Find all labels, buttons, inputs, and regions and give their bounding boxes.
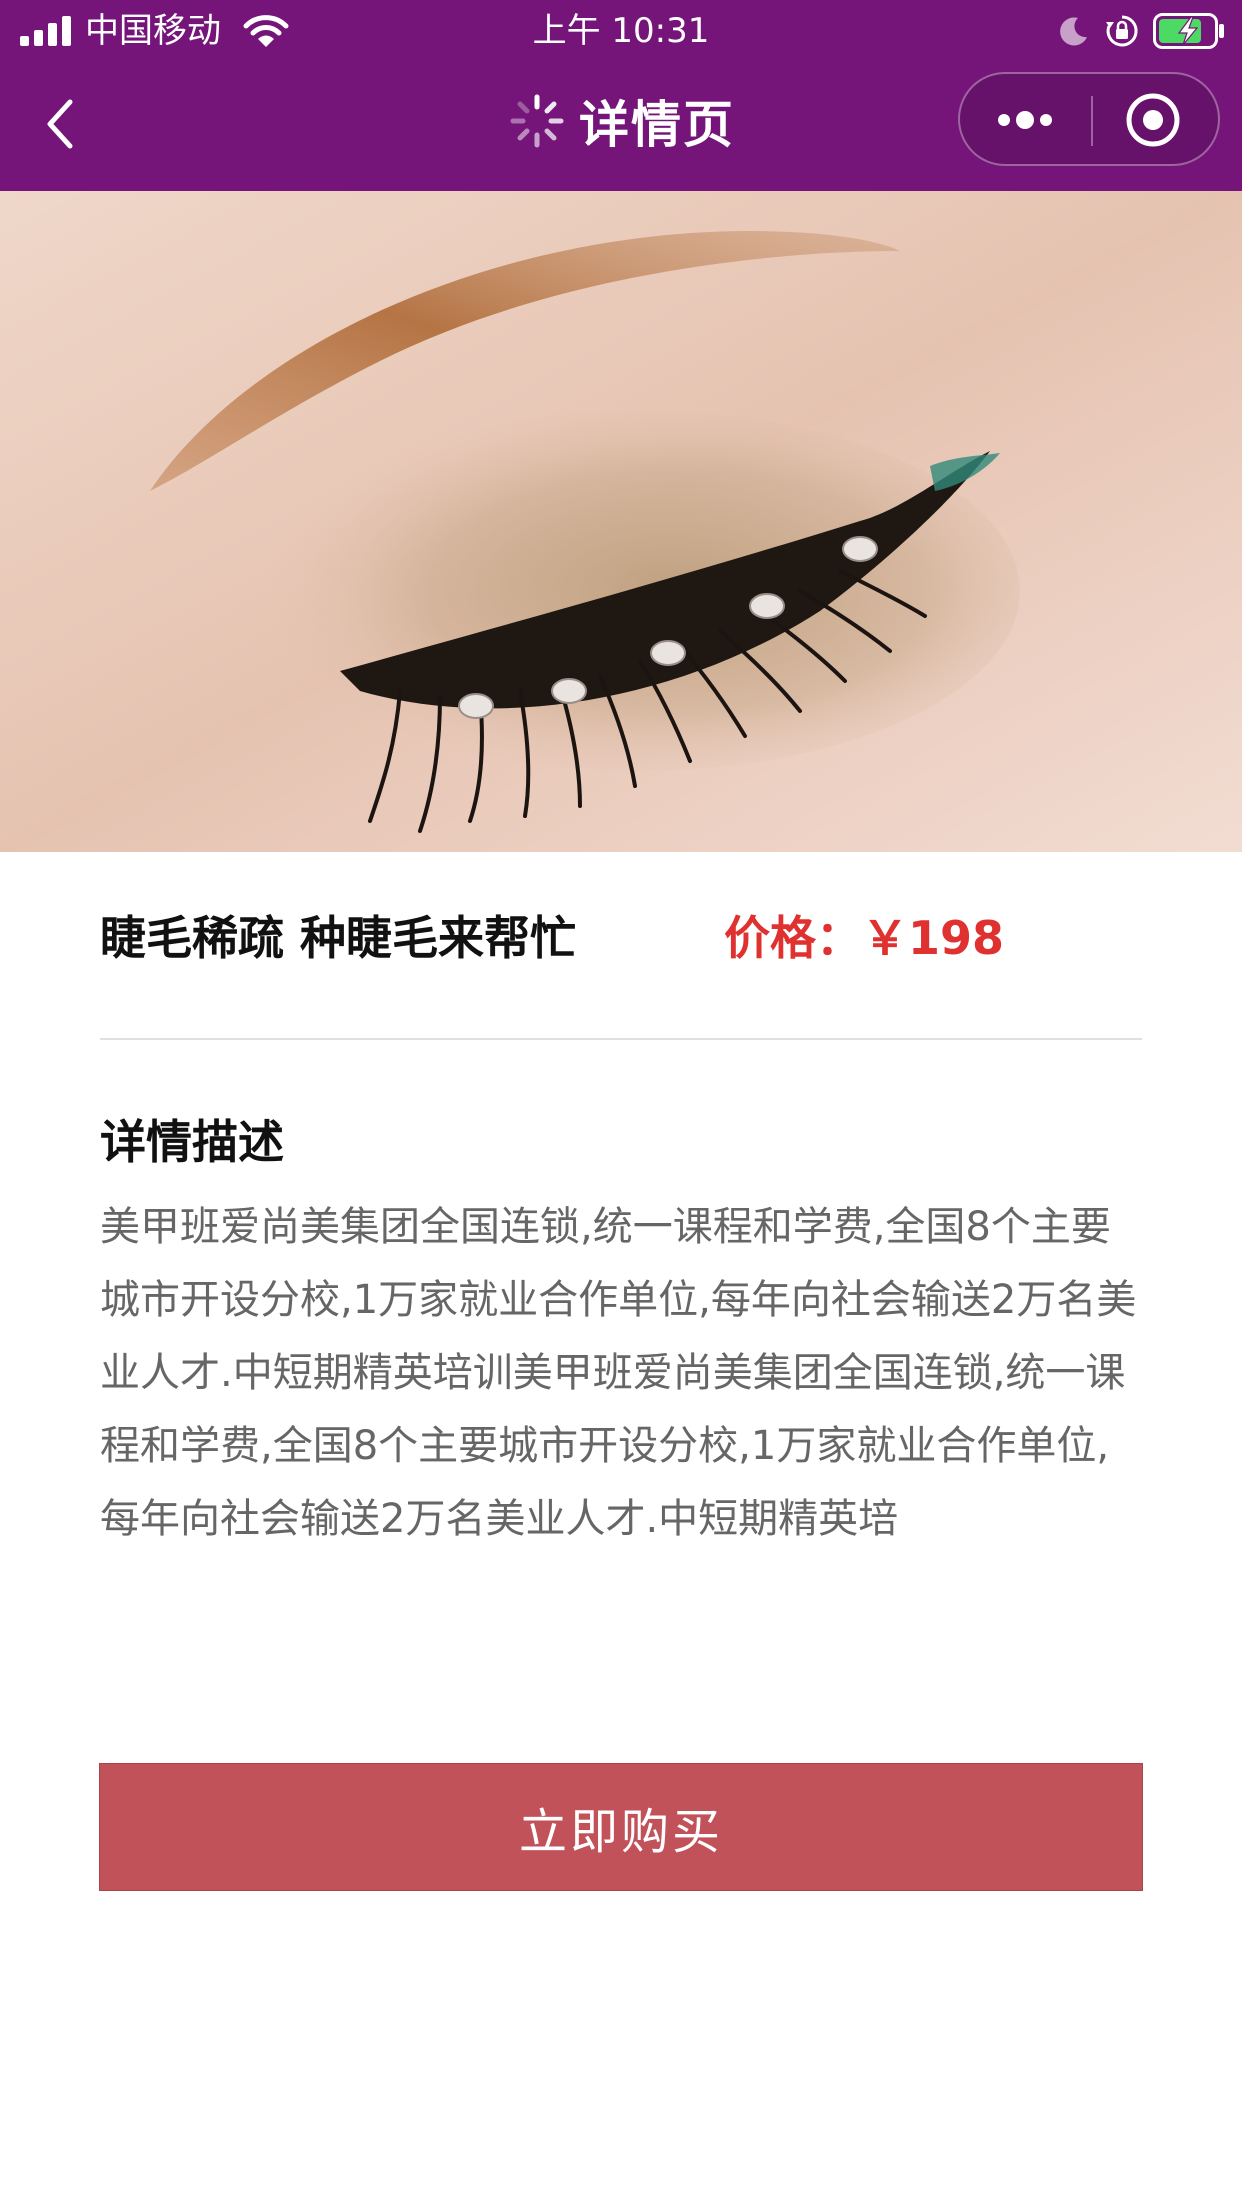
moon-icon xyxy=(1060,17,1087,46)
page-title: 详情页 xyxy=(579,96,735,154)
more-button[interactable] xyxy=(960,74,1090,164)
product-image xyxy=(0,191,1242,852)
spinner-icon xyxy=(510,94,564,148)
buy-now-button[interactable]: 立即购买 xyxy=(99,1763,1143,1891)
more-icon xyxy=(998,111,1052,129)
clock-time: 上午 10:31 xyxy=(532,11,710,51)
close-icon xyxy=(1126,93,1180,147)
close-button[interactable] xyxy=(1092,74,1220,164)
description-body: 美甲班爱尚美集团全国连锁,统一课程和学费,全国8个主要城市开设分校,1万家就业合… xyxy=(100,1204,1137,1542)
header: 中国移动 上午 10:31 详情页 xyxy=(0,0,1242,191)
battery-icon xyxy=(1153,13,1224,49)
product-price: 价格：￥198 xyxy=(724,911,1005,965)
status-bar: 中国移动 上午 10:31 xyxy=(0,0,1242,62)
product-name: 睫毛稀疏 种睫毛来帮忙 xyxy=(100,911,577,965)
description-heading: 详情描述 xyxy=(100,1115,284,1169)
nav-bar: 详情页 xyxy=(0,62,1242,191)
lock-rotation-icon xyxy=(1106,15,1138,47)
divider xyxy=(100,1038,1142,1040)
mini-program-capsule xyxy=(958,72,1220,166)
